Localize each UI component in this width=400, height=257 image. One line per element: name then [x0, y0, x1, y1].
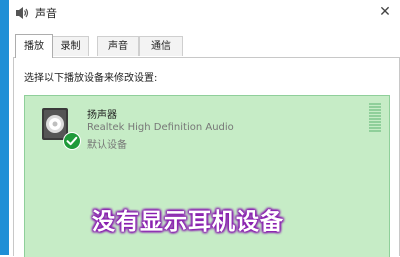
- device-list[interactable]: 扬声器 Realtek High Definition Audio 默认设备 没…: [24, 95, 390, 257]
- volume-level-meter: [369, 103, 381, 135]
- device-name: 扬声器: [87, 110, 117, 121]
- tab-recording[interactable]: 录制: [52, 36, 89, 56]
- title-bar: 声音 ✕: [9, 0, 400, 26]
- close-button[interactable]: ✕: [370, 0, 400, 24]
- device-status: 默认设备: [87, 140, 127, 151]
- sound-dialog: 声音 ✕ 播放 录制 声音 通信 选择以下播放设备来修改设置: 扬声器 Real…: [9, 0, 400, 257]
- close-icon: ✕: [379, 4, 391, 20]
- tab-strip: 播放 录制 声音 通信: [15, 34, 195, 58]
- tab-sounds[interactable]: 声音: [97, 36, 139, 56]
- instruction-text: 选择以下播放设备来修改设置:: [24, 73, 158, 84]
- window-title: 声音: [35, 7, 57, 20]
- device-description: Realtek High Definition Audio: [87, 122, 234, 133]
- desktop-accent-strip: [0, 0, 9, 255]
- tab-playback[interactable]: 播放: [15, 34, 53, 58]
- annotation-text: 没有显示耳机设备: [92, 209, 284, 235]
- check-circle-icon: [63, 132, 81, 150]
- tab-panel: 选择以下播放设备来修改设置: 扬声器 Realtek High Definiti…: [13, 57, 400, 257]
- speaker-icon: [16, 7, 29, 19]
- tab-communications[interactable]: 通信: [139, 36, 183, 56]
